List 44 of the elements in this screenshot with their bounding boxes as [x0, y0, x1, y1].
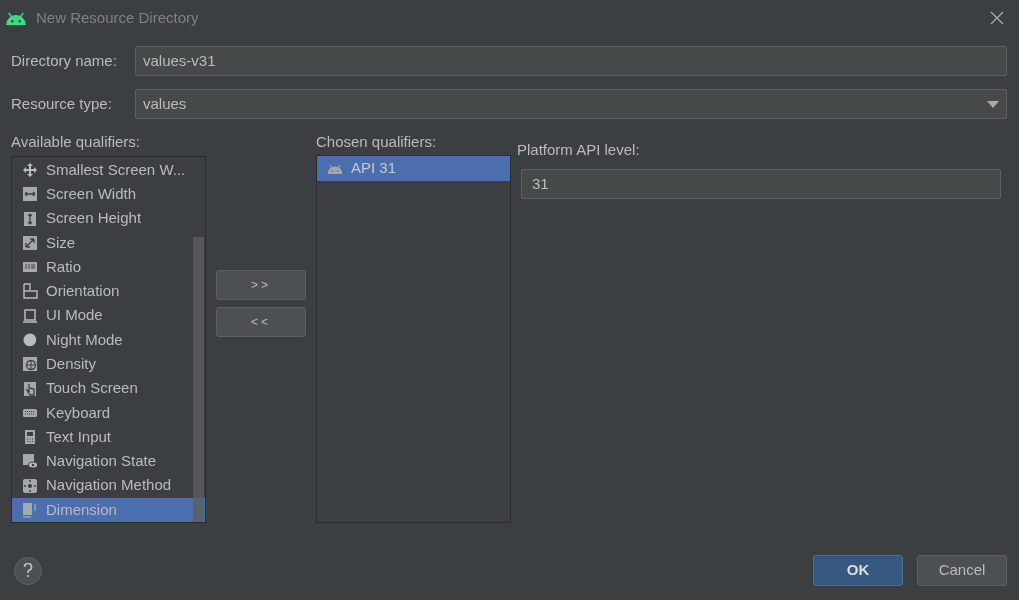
move-button[interactable]: <<: [216, 307, 306, 337]
android-icon: [327, 163, 343, 174]
close-button[interactable]: [989, 10, 1005, 26]
field-label: Directory name:: [11, 50, 118, 71]
section-label: Available qualifiers:: [11, 132, 141, 151]
ok-button[interactable]: OK: [813, 555, 903, 586]
field-label: Resource type:: [11, 93, 113, 114]
qualifier-item[interactable]: Touch Screen: [12, 376, 205, 401]
resource-type-dropdown[interactable]: values: [135, 89, 1007, 119]
directory-name-field[interactable]: values-v31: [135, 46, 1007, 76]
qualifier-item[interactable]: API 31: [317, 156, 510, 181]
help-button[interactable]: [14, 556, 42, 585]
qualifier-item[interactable]: Ratio: [12, 255, 205, 280]
cancel-button[interactable]: Cancel: [917, 555, 1007, 586]
qualifier-item[interactable]: Smallest Screen W...: [12, 158, 205, 183]
qualifier-item[interactable]: Text Input: [12, 424, 205, 450]
rotated-screen-icon: [22, 283, 38, 300]
qualifier-item[interactable]: UI Mode: [12, 303, 205, 328]
qualifier-item[interactable]: Keyboard: [12, 400, 205, 425]
qualifier-item[interactable]: Screen Height: [12, 206, 205, 231]
laptop-icon: [22, 307, 38, 324]
window-title: New Resource Directory: [36, 7, 200, 28]
qualifier-item[interactable]: Screen Width: [12, 182, 205, 207]
qualifier-item[interactable]: Navigation State: [12, 449, 205, 474]
qualifier-item[interactable]: Density: [12, 352, 205, 377]
android-icon: [5, 11, 27, 25]
section-label: Chosen qualifiers:: [316, 132, 438, 151]
density-icon: [22, 356, 38, 373]
scrollbar-thumb[interactable]: [193, 237, 204, 522]
dimension-icon: [22, 501, 38, 518]
qualifier-item[interactable]: Size: [12, 230, 205, 256]
dpad-icon: [22, 477, 38, 494]
navigation-eye-icon: [22, 453, 38, 470]
caret-icon: [987, 100, 999, 108]
platform-api-level-field[interactable]: 31: [521, 169, 1001, 199]
phone-keypad-icon: [22, 429, 38, 446]
qualifier-item[interactable]: Navigation Method: [12, 473, 205, 498]
qualifier-item[interactable]: Night Mode: [12, 327, 205, 353]
help-icon: [23, 563, 33, 578]
field-label: Platform API level:: [517, 140, 641, 159]
touch-icon: [22, 380, 38, 397]
move-button[interactable]: >>: [216, 270, 306, 300]
arrows-icon: [22, 162, 38, 179]
qualifier-item[interactable]: Orientation: [12, 279, 205, 304]
